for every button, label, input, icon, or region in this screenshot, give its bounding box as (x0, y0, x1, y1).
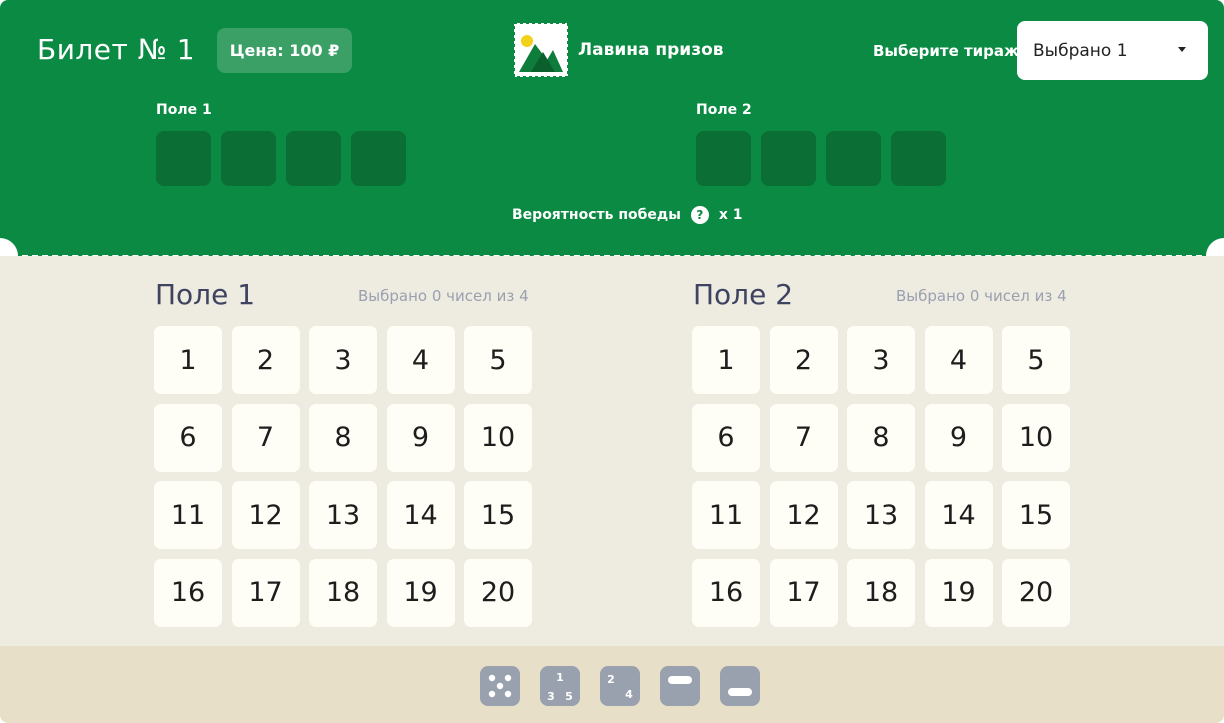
ticket-header: Билет № 1 Цена: 100 ₽ Лавина призов Выбе… (0, 0, 1224, 256)
number-cell[interactable]: 11 (154, 481, 222, 549)
grid-1-title: Поле 1 (155, 278, 256, 311)
number-cell[interactable]: 17 (231, 558, 300, 627)
number-cell[interactable]: 16 (692, 558, 760, 627)
number-cell[interactable]: 2 (769, 326, 838, 394)
ticket-title: Билет № 1 (37, 33, 196, 66)
top-field-2-label: Поле 2 (696, 102, 752, 118)
number-cell[interactable]: 5 (1002, 326, 1070, 394)
top-field-2-slots (696, 131, 946, 186)
win-probability: Вероятность победы ? x 1 (512, 206, 743, 224)
number-cell[interactable]: 9 (386, 403, 455, 472)
even-numbers-icon[interactable]: 2 4 (600, 666, 640, 706)
number-cell[interactable]: 4 (386, 326, 455, 394)
number-cell[interactable]: 17 (769, 558, 838, 627)
number-cell[interactable]: 2 (231, 326, 300, 394)
odd-digit-1: 1 (556, 671, 564, 684)
number-cell[interactable]: 10 (1002, 403, 1070, 472)
number-cell[interactable]: 5 (464, 326, 532, 394)
number-cell[interactable]: 15 (1002, 481, 1070, 549)
game-name: Лавина призов (578, 40, 724, 60)
number-cell[interactable]: 8 (309, 403, 377, 472)
draw-select[interactable]: Выбрано 1 (1017, 21, 1208, 80)
number-slot (696, 131, 751, 186)
top-field-1-label: Поле 1 (156, 102, 212, 118)
number-cell[interactable]: 12 (769, 481, 838, 549)
odd-digit-5: 5 (565, 690, 573, 703)
number-cell[interactable]: 13 (847, 481, 915, 549)
number-cell[interactable]: 20 (464, 558, 532, 627)
help-icon[interactable]: ? (690, 206, 709, 224)
number-cell[interactable]: 1 (154, 326, 222, 394)
number-slot (826, 131, 881, 186)
number-cell[interactable]: 9 (924, 403, 993, 472)
number-cell[interactable]: 1 (692, 326, 760, 394)
number-grid-1: 1 2 3 4 5 6 7 8 9 10 11 12 13 14 15 16 17 18 19 20 (154, 326, 532, 627)
number-cell[interactable]: 14 (924, 481, 993, 549)
win-probability-label: Вероятность победы (512, 207, 681, 223)
number-cell[interactable]: 18 (847, 558, 915, 627)
top-half-icon[interactable] (660, 666, 700, 706)
number-slot (156, 131, 211, 186)
number-cell[interactable]: 15 (464, 481, 532, 549)
bottom-half-icon[interactable] (720, 666, 760, 706)
number-cell[interactable]: 16 (154, 558, 222, 627)
even-digit-4: 4 (625, 688, 633, 701)
draw-select-label: Выберите тираж (873, 42, 1019, 60)
number-cell[interactable]: 6 (154, 403, 222, 472)
odd-numbers-icon[interactable]: 1 3 5 (540, 666, 580, 706)
number-cell[interactable]: 14 (386, 481, 455, 549)
number-grid-2: 1 2 3 4 5 6 7 8 9 10 11 12 13 14 15 16 17 18 19 20 (692, 326, 1070, 627)
number-cell[interactable]: 18 (309, 558, 377, 627)
number-slot (351, 131, 406, 186)
grid-2-status: Выбрано 0 чисел из 4 (896, 287, 1067, 305)
number-cell[interactable]: 12 (231, 481, 300, 549)
number-cell[interactable]: 7 (769, 403, 838, 472)
top-field-1-slots (156, 131, 406, 186)
dice-random-icon[interactable] (480, 666, 520, 706)
odd-digit-3: 3 (547, 690, 555, 703)
number-cell[interactable]: 11 (692, 481, 760, 549)
price-badge: Цена: 100 ₽ (217, 28, 352, 73)
number-cell[interactable]: 8 (847, 403, 915, 472)
lottery-ticket: Билет № 1 Цена: 100 ₽ Лавина призов Выбе… (0, 0, 1224, 723)
even-digit-2: 2 (607, 673, 615, 686)
win-probability-value: x 1 (718, 207, 743, 223)
number-slot (221, 131, 276, 186)
chevron-down-icon (1178, 47, 1186, 52)
number-cell[interactable]: 3 (847, 326, 915, 394)
number-slot (891, 131, 946, 186)
draw-select-value: Выбрано 1 (1033, 40, 1128, 61)
number-cell[interactable]: 6 (692, 403, 760, 472)
number-cell[interactable]: 19 (386, 558, 455, 627)
number-cell[interactable]: 3 (309, 326, 377, 394)
grid-1-status: Выбрано 0 чисел из 4 (358, 287, 529, 305)
number-cell[interactable]: 7 (231, 403, 300, 472)
number-cell[interactable]: 13 (309, 481, 377, 549)
number-cell[interactable]: 10 (464, 403, 532, 472)
number-slot (761, 131, 816, 186)
number-cell[interactable]: 19 (924, 558, 993, 627)
mountain-stamp-icon (513, 22, 569, 78)
number-slot (286, 131, 341, 186)
grid-2-title: Поле 2 (693, 278, 794, 311)
number-cell[interactable]: 20 (1002, 558, 1070, 627)
number-cell[interactable]: 4 (924, 326, 993, 394)
